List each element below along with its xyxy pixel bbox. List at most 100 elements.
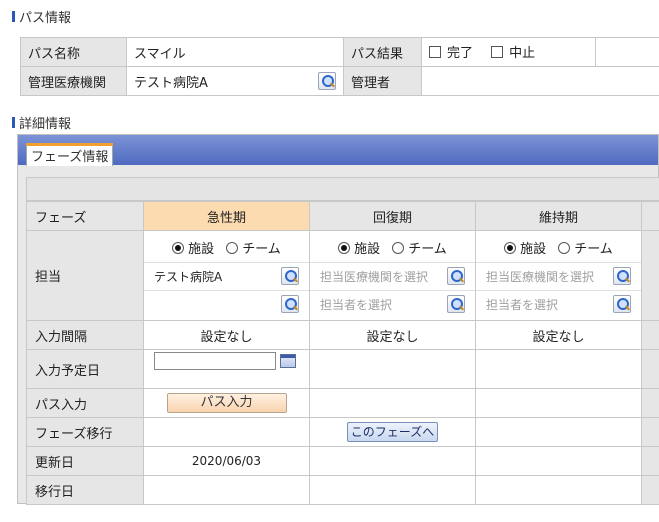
radio-team-label: チーム xyxy=(408,242,447,257)
assignee-facility-value: テスト病院A xyxy=(154,269,223,284)
assignee-type-radios: 施設 チーム xyxy=(477,234,641,262)
scheduled-date-input[interactable] xyxy=(154,352,276,370)
radio-circle[interactable] xyxy=(338,241,351,254)
phase-toolbar-strip xyxy=(26,177,659,201)
move-to-phase-button[interactable]: このフェーズへ xyxy=(346,422,439,442)
assignee-label: 担当 xyxy=(26,230,144,321)
bus-input-label: パス入力 xyxy=(26,388,144,418)
scheduled-acute xyxy=(143,349,310,389)
radio-facility-label: 施設 xyxy=(188,242,215,257)
detail-panel: フェーズ情報 フェーズ 急性期 回復期 維持期 担当 施設 チーム テスト病院A… xyxy=(17,134,659,505)
moved-acute xyxy=(143,475,310,505)
transition-filler xyxy=(641,417,659,447)
transition-recovery: このフェーズへ xyxy=(309,417,476,447)
bus-info-table: パス名称 スマイル パス結果 完了 中止 管理医療機関 テスト病院A 管理者 xyxy=(20,37,659,96)
scheduled-recovery xyxy=(309,349,476,389)
radio-facility[interactable]: 施設 xyxy=(338,238,380,257)
scheduled-maintenance xyxy=(475,349,642,389)
scheduled-filler xyxy=(641,349,659,389)
radio-team-label: チーム xyxy=(574,242,613,257)
transition-label: フェーズ移行 xyxy=(26,417,144,447)
radio-circle[interactable] xyxy=(392,241,405,254)
scheduled-label: 入力予定日 xyxy=(26,349,144,389)
transition-maintenance xyxy=(475,417,642,447)
result-cancel-checkbox[interactable]: 中止 xyxy=(491,42,535,61)
assignee-acute: 施設 チーム テスト病院A xyxy=(143,230,310,321)
assignee-type-radios: 施設 チーム xyxy=(145,234,309,262)
moved-label: 移行日 xyxy=(26,475,144,505)
radio-circle[interactable] xyxy=(226,241,239,254)
assignee-staff-row: 担当者を選択 xyxy=(310,289,475,318)
moved-recovery xyxy=(309,475,476,505)
facility-placeholder: 担当医療機関を選択 xyxy=(320,269,429,284)
search-icon[interactable] xyxy=(447,295,465,313)
bus-name-value: スマイル xyxy=(126,37,344,67)
manager-value xyxy=(421,66,659,96)
manager-label: 管理者 xyxy=(343,66,422,96)
radio-team[interactable]: チーム xyxy=(558,238,613,257)
radio-facility[interactable]: 施設 xyxy=(172,238,214,257)
radio-facility-label: 施設 xyxy=(520,242,547,257)
managing-facility-cell: テスト病院A xyxy=(126,66,344,96)
radio-circle[interactable] xyxy=(172,241,185,254)
interval-maintenance: 設定なし xyxy=(475,320,642,350)
moved-filler xyxy=(641,475,659,505)
bus-input-acute: パス入力 xyxy=(143,388,310,418)
phase-header-acute[interactable]: 急性期 xyxy=(143,201,310,231)
detail-section-heading: 詳細情報 xyxy=(12,114,71,132)
search-icon[interactable] xyxy=(281,267,299,285)
interval-filler xyxy=(641,320,659,350)
phase-label: フェーズ xyxy=(26,201,144,231)
assignee-type-radios: 施設 チーム xyxy=(311,234,475,262)
radio-circle[interactable] xyxy=(504,241,517,254)
updated-maintenance xyxy=(475,446,642,476)
assignee-facility-row: 担当医療機関を選択 xyxy=(310,261,475,290)
calendar-icon[interactable] xyxy=(280,354,296,368)
bus-result-label: パス結果 xyxy=(343,37,422,67)
section-bar xyxy=(12,10,15,22)
checkbox-box[interactable] xyxy=(429,45,441,58)
panel-tab-bar: フェーズ情報 xyxy=(18,135,658,166)
radio-circle[interactable] xyxy=(558,241,571,254)
phase-header-recovery[interactable]: 回復期 xyxy=(309,201,476,231)
interval-acute: 設定なし xyxy=(143,320,310,350)
search-icon[interactable] xyxy=(318,72,336,90)
radio-team[interactable]: チーム xyxy=(392,238,447,257)
bus-result-extra xyxy=(595,37,659,67)
phase-table: フェーズ 急性期 回復期 維持期 担当 施設 チーム テスト病院A 施設 チーム… xyxy=(26,201,659,505)
phase-content: フェーズ 急性期 回復期 維持期 担当 施設 チーム テスト病院A 施設 チーム… xyxy=(26,177,659,505)
radio-facility[interactable]: 施設 xyxy=(504,238,546,257)
assignee-facility-row: テスト病院A xyxy=(144,261,309,290)
bus-input-recovery xyxy=(309,388,476,418)
radio-team[interactable]: チーム xyxy=(226,238,281,257)
search-icon[interactable] xyxy=(281,295,299,313)
bus-result-options: 完了 中止 xyxy=(421,37,596,67)
radio-facility-label: 施設 xyxy=(354,242,381,257)
assignee-filler xyxy=(641,230,659,321)
moved-maintenance xyxy=(475,475,642,505)
bus-input-maintenance xyxy=(475,388,642,418)
result-cancel-label: 中止 xyxy=(509,46,536,62)
phase-header-maintenance[interactable]: 維持期 xyxy=(475,201,642,231)
assignee-facility-row: 担当医療機関を選択 xyxy=(476,261,641,290)
managing-facility-value: テスト病院A xyxy=(134,75,208,91)
updated-filler xyxy=(641,446,659,476)
phase-header-filler xyxy=(641,201,659,231)
updated-recovery xyxy=(309,446,476,476)
staff-placeholder: 担当者を選択 xyxy=(320,297,393,312)
search-icon[interactable] xyxy=(613,295,631,313)
bus-name-label: パス名称 xyxy=(20,37,127,67)
result-complete-checkbox[interactable]: 完了 xyxy=(429,42,473,61)
bus-input-button[interactable]: パス入力 xyxy=(166,393,287,413)
checkbox-box[interactable] xyxy=(491,45,504,58)
search-icon[interactable] xyxy=(613,267,631,285)
assignee-staff-row xyxy=(144,289,309,318)
managing-facility-label: 管理医療機関 xyxy=(20,66,127,96)
search-icon[interactable] xyxy=(447,267,465,285)
bus-info-title: パス情報 xyxy=(19,10,72,26)
assignee-staff-row: 担当者を選択 xyxy=(476,289,641,318)
staff-placeholder: 担当者を選択 xyxy=(486,297,559,312)
transition-acute xyxy=(143,417,310,447)
updated-acute: 2020/06/03 xyxy=(143,446,310,476)
tab-phase-info[interactable]: フェーズ情報 xyxy=(26,143,114,166)
